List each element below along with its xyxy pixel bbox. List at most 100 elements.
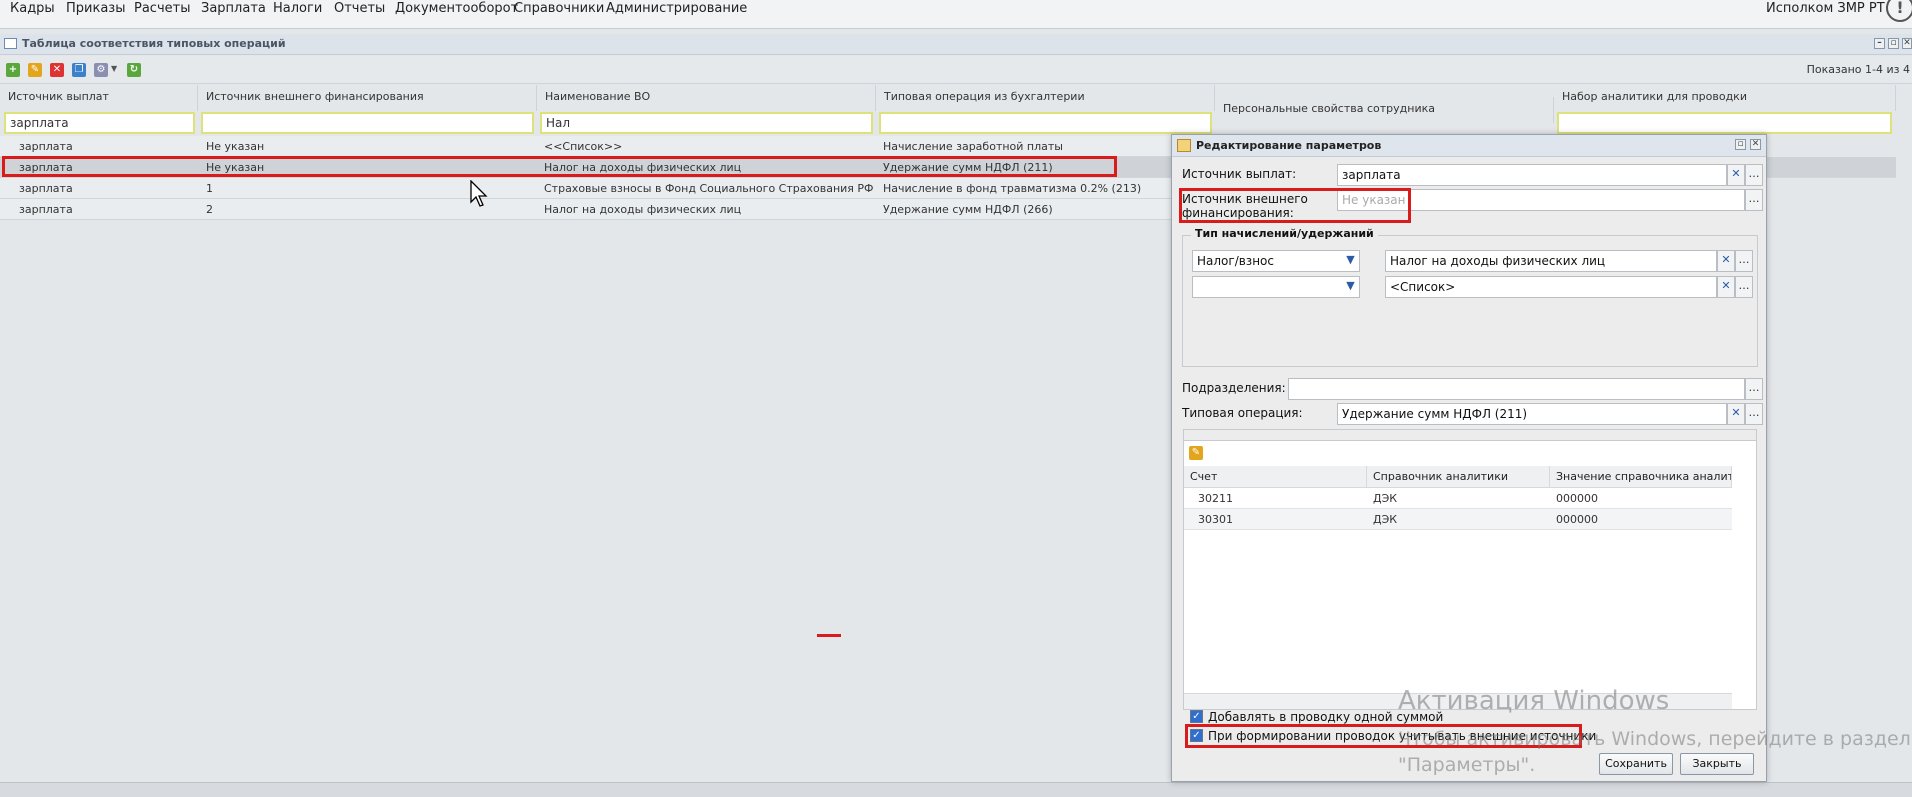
operation-field[interactable]: Удержание сумм НДФЛ (211) (1337, 403, 1727, 425)
dept-field[interactable] (1288, 378, 1745, 400)
maximize-icon[interactable]: ▫ (1888, 38, 1899, 49)
filter-operation-input[interactable] (879, 112, 1212, 134)
cell-account: 30211 (1198, 492, 1233, 505)
watermark-text: Чтобы активировать Windows, перейдите в … (1398, 728, 1911, 776)
edit-parameters-dialog: Редактирование параметров ▫ ✕ Источник в… (1171, 134, 1767, 782)
filter-source-input[interactable] (4, 112, 195, 134)
cell-operation: Начисление заработной платы (883, 140, 1063, 153)
watermark-title: Активация Windows (1398, 686, 1670, 716)
minimize-icon[interactable]: – (1874, 38, 1885, 49)
user-label[interactable]: Исполком ЗМР РТ (1766, 1, 1885, 16)
cell-ext-source: 1 (206, 182, 213, 195)
highlight-selected-row (2, 156, 1117, 177)
dialog-title: Редактирование параметров (1196, 139, 1382, 152)
column-header-account[interactable]: Счет (1184, 466, 1367, 488)
type2-value-field[interactable]: <Список> (1385, 276, 1717, 298)
cell-ext-source: 2 (206, 203, 213, 216)
type1-value-field[interactable]: Налог на доходы физических лиц (1385, 250, 1717, 272)
table-row[interactable]: 30301 ДЭК 000000 (1184, 509, 1732, 530)
column-header-source[interactable]: Источник выплат (0, 85, 198, 111)
clear-icon[interactable]: ✕ (1727, 164, 1745, 186)
refresh-icon[interactable]: ↻ (127, 63, 141, 77)
filter-row (0, 111, 1896, 136)
grid-header: Источник выплат Источник внешнего финанс… (0, 85, 1896, 123)
clear-icon[interactable]: ✕ (1717, 276, 1735, 298)
delete-icon[interactable]: ✕ (50, 63, 64, 77)
filter-analytics-input[interactable] (1557, 112, 1892, 134)
dialog-title-bar: Редактирование параметров ▫ ✕ (1172, 135, 1766, 157)
cell-analytics-ref: ДЭК (1373, 513, 1398, 526)
mouse-cursor-icon (470, 180, 488, 207)
chevron-down-icon[interactable]: ▼ (1342, 250, 1360, 272)
window-title: Таблица соответствия типовых операций (22, 37, 286, 50)
clear-icon[interactable]: ✕ (1727, 403, 1745, 425)
main-menu-bar: Кадры Приказы Расчеты Зарплата Налоги От… (0, 0, 1912, 29)
cell-source: зарплата (19, 203, 73, 216)
copy-icon[interactable]: ❐ (72, 63, 86, 77)
checkbox-single-sum[interactable]: ✓ (1190, 710, 1203, 723)
column-header-analytics-value[interactable]: Значение справочника аналити... (1550, 466, 1732, 488)
ellipsis-icon[interactable]: … (1735, 250, 1753, 272)
cell-name: Страховые взносы в Фонд Социального Стра… (544, 182, 874, 195)
cell-ext-source: Не указан (206, 140, 265, 153)
column-header-name[interactable]: Наименование ВО (537, 85, 876, 111)
menu-item-zarplata[interactable]: Зарплата (201, 1, 266, 16)
accrual-type-fieldset: Тип начислений/удержаний Налог/взнос ▼ Н… (1182, 227, 1758, 367)
status-bar (0, 782, 1912, 797)
cell-analytics-value: 000000 (1556, 492, 1598, 505)
shown-count: Показано 1-4 из 4 (1806, 63, 1910, 76)
fieldset-legend: Тип начислений/удержаний (1191, 227, 1378, 240)
edit-icon (1177, 139, 1191, 152)
type2-select[interactable] (1192, 276, 1360, 298)
inner-grid-frame (1183, 429, 1757, 440)
column-header-operation[interactable]: Типовая операция из бухгалтерии (876, 85, 1215, 111)
table-row[interactable]: 30211 ДЭК 000000 (1184, 488, 1732, 509)
clear-icon[interactable]: ✕ (1717, 250, 1735, 272)
cell-analytics-value: 000000 (1556, 513, 1598, 526)
red-dash-mark (817, 634, 841, 637)
close-icon[interactable]: ✕ (1750, 139, 1761, 150)
ellipsis-icon[interactable]: … (1745, 403, 1763, 425)
info-icon[interactable]: ! (1886, 0, 1912, 22)
ellipsis-icon[interactable]: … (1745, 164, 1763, 186)
cell-analytics-ref: ДЭК (1373, 492, 1398, 505)
menu-item-documents[interactable]: Документооборот (395, 1, 518, 16)
menu-item-raschety[interactable]: Расчеты (134, 1, 190, 16)
column-header-analytics[interactable]: Набор аналитики для проводки (1554, 85, 1896, 111)
menu-item-kadry[interactable]: Кадры (10, 1, 55, 16)
settings-icon[interactable]: ⚙ (94, 63, 108, 77)
table-row[interactable]: зарплата 2 Налог на доходы физических ли… (0, 199, 1175, 220)
edit-icon[interactable]: ✎ (1189, 446, 1203, 460)
cell-account: 30301 (1198, 513, 1233, 526)
type1-select[interactable]: Налог/взнос (1192, 250, 1360, 272)
analytics-grid: ✎ Счет Справочник аналитики Значение спр… (1183, 440, 1757, 710)
filter-ext-source-input[interactable] (201, 112, 534, 134)
highlight-ext-source (1179, 188, 1411, 223)
dept-label: Подразделения: (1182, 381, 1286, 395)
chevron-down-icon[interactable]: ▼ (1342, 276, 1360, 298)
add-icon[interactable]: + (6, 63, 20, 77)
filter-name-input[interactable] (540, 112, 873, 134)
menu-item-nalogi[interactable]: Налоги (273, 1, 322, 16)
dropdown-arrow-icon[interactable]: ▼ (111, 64, 117, 73)
operation-label: Типовая операция: (1182, 406, 1303, 420)
source-field[interactable]: зарплата (1337, 164, 1727, 186)
column-header-analytics-ref[interactable]: Справочник аналитики (1367, 466, 1550, 488)
window-title-bar: Таблица соответствия типовых операций – … (0, 34, 1912, 55)
maximize-icon[interactable]: ▫ (1735, 139, 1746, 150)
edit-icon[interactable]: ✎ (28, 63, 42, 77)
column-header-ext-source[interactable]: Источник внешнего финансирования (198, 85, 537, 111)
ellipsis-icon[interactable]: … (1745, 378, 1763, 400)
ellipsis-icon[interactable]: … (1745, 189, 1763, 211)
ellipsis-icon[interactable]: … (1735, 276, 1753, 298)
source-label: Источник выплат: (1182, 167, 1297, 181)
menu-item-references[interactable]: Справочники (514, 1, 604, 16)
cell-name: <<Список>> (544, 140, 623, 153)
close-icon[interactable]: ✕ (1902, 38, 1912, 49)
menu-item-otchety[interactable]: Отчеты (334, 1, 385, 16)
cell-source: зарплата (19, 182, 73, 195)
table-row[interactable]: зарплата Не указан <<Список>> Начисление… (0, 136, 1175, 157)
menu-item-prikazy[interactable]: Приказы (66, 1, 125, 16)
table-row[interactable]: зарплата 1 Страховые взносы в Фонд Социа… (0, 178, 1175, 199)
menu-item-admin[interactable]: Администрирование (606, 1, 747, 16)
